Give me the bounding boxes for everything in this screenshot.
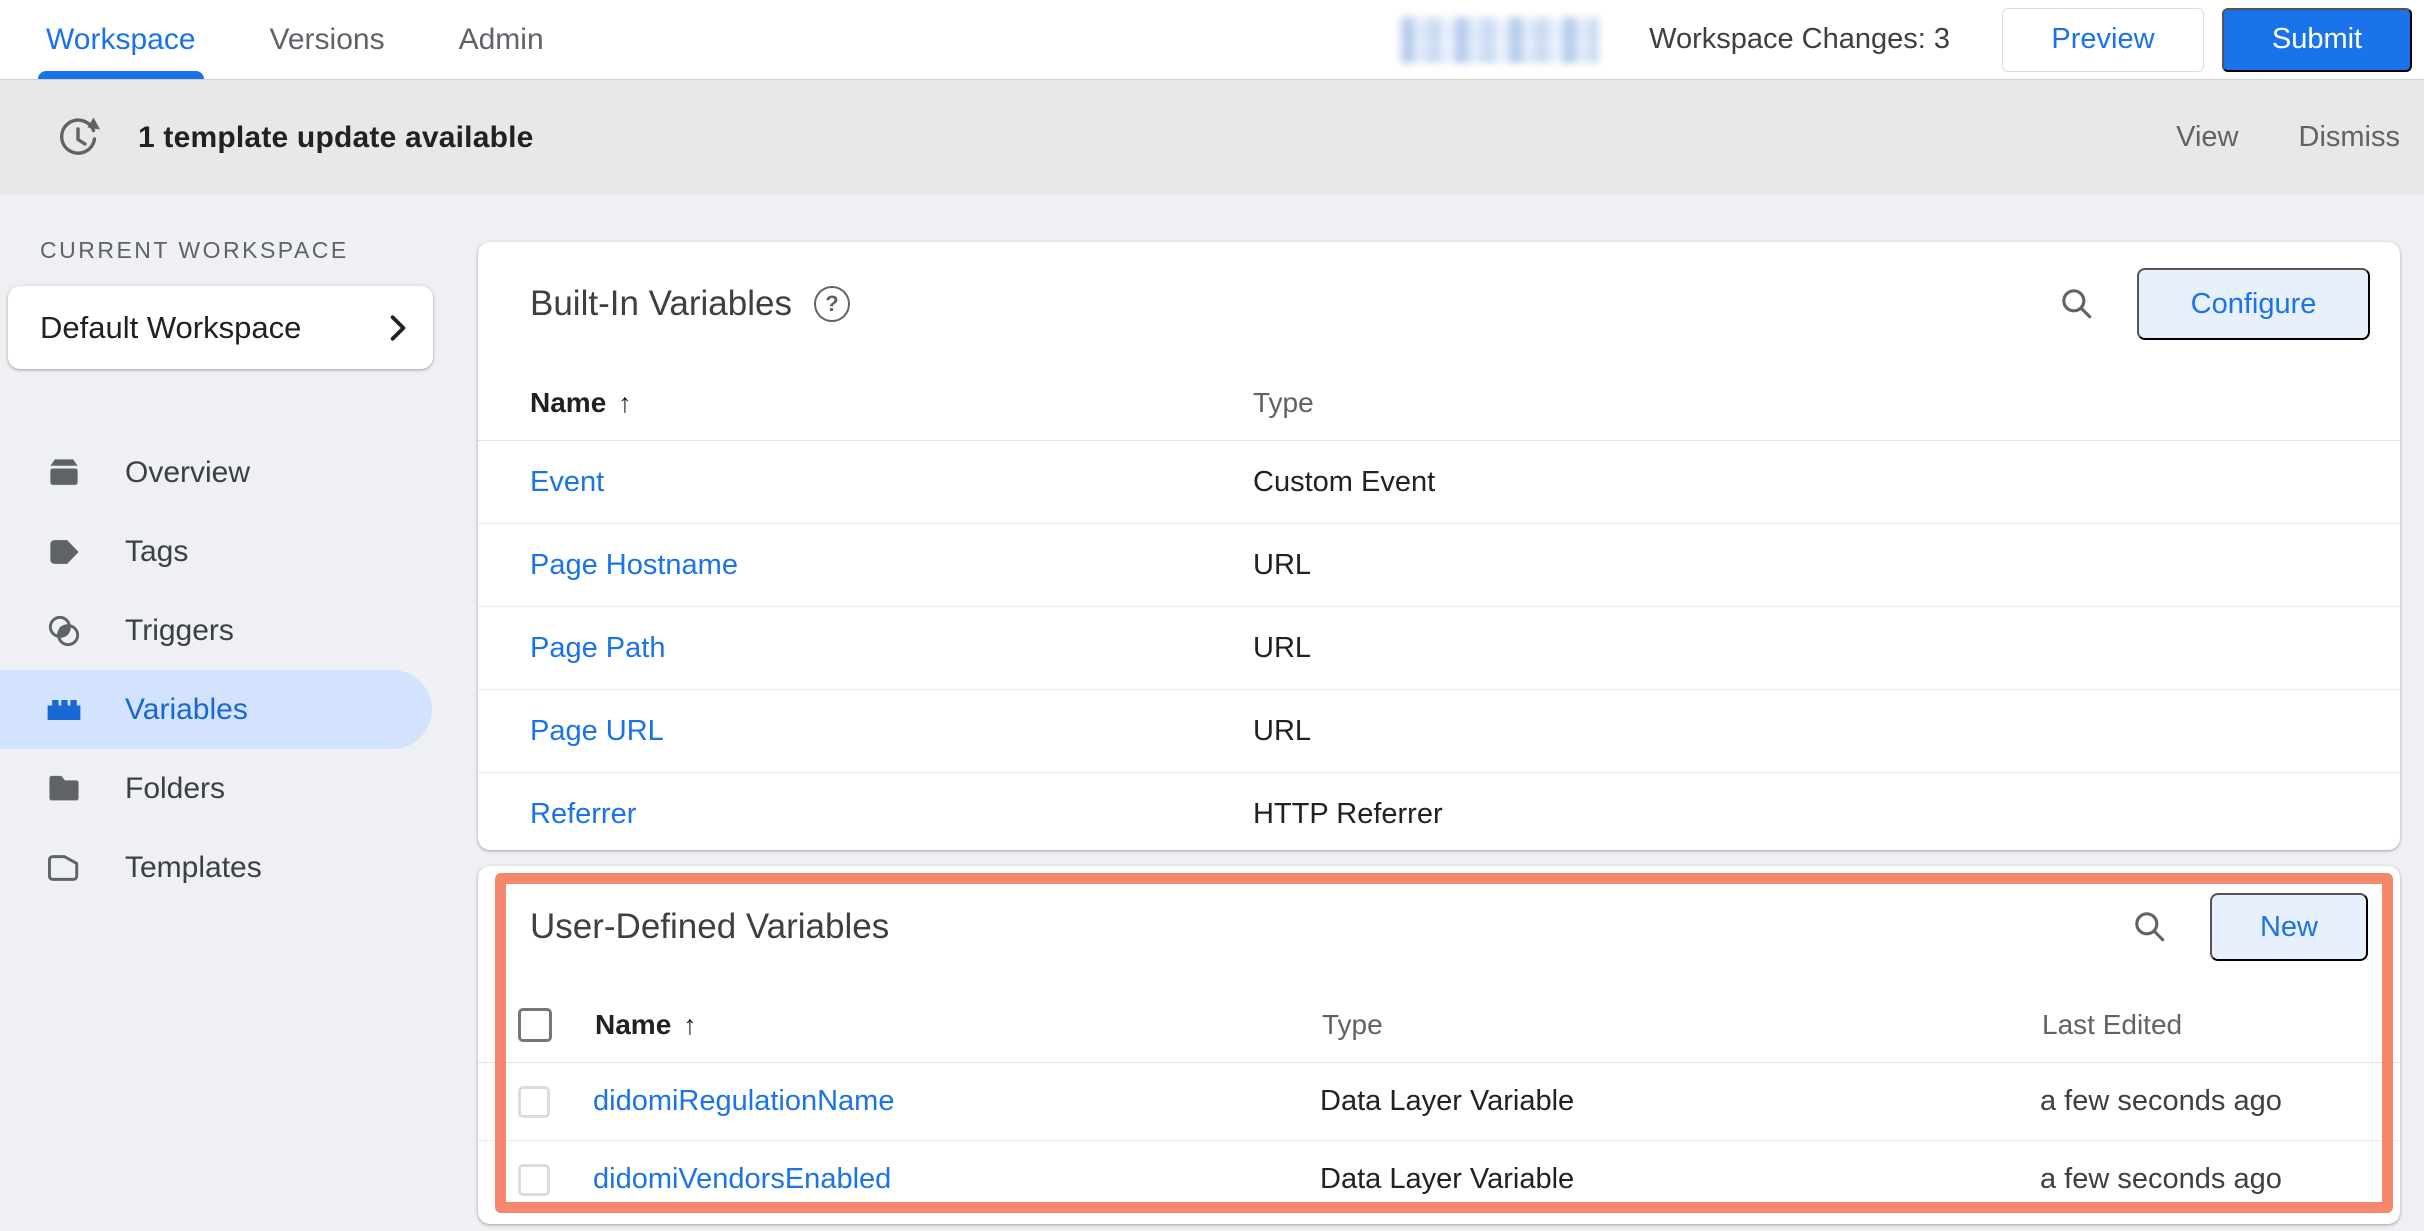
top-nav-actions: Workspace Changes: 3 Preview Submit bbox=[1401, 0, 2412, 79]
variable-last-edited: a few seconds ago bbox=[2040, 1163, 2282, 1195]
sidebar-item-triggers[interactable]: Triggers bbox=[0, 591, 432, 670]
column-header-name[interactable]: Name ↑ bbox=[595, 1009, 1322, 1041]
tag-icon bbox=[42, 532, 86, 572]
sidebar-item-label: Templates bbox=[125, 850, 262, 884]
user-defined-table-header: Name ↑ Type Last Edited bbox=[478, 988, 2400, 1063]
variable-type: Custom Event bbox=[1253, 465, 1436, 498]
help-icon[interactable]: ? bbox=[813, 286, 850, 322]
workspace-selector-name: Default Workspace bbox=[40, 309, 302, 345]
row-checkbox[interactable] bbox=[518, 1163, 550, 1196]
variable-link[interactable]: didomiRegulationName bbox=[593, 1085, 894, 1117]
column-header-name[interactable]: Name ↑ bbox=[530, 387, 1253, 419]
sidebar-item-overview[interactable]: Overview bbox=[0, 433, 432, 512]
table-row[interactable]: Referrer HTTP Referrer bbox=[478, 773, 2400, 855]
current-workspace-label: CURRENT WORKSPACE bbox=[40, 237, 349, 263]
banner-view-button[interactable]: View bbox=[2176, 121, 2238, 154]
submit-button[interactable]: Submit bbox=[2222, 7, 2412, 72]
new-variable-button[interactable]: New bbox=[2210, 893, 2368, 961]
sidebar-item-variables[interactable]: Variables bbox=[0, 670, 432, 749]
variable-link[interactable]: didomiVendorsEnabled bbox=[593, 1163, 891, 1195]
column-header-type: Type bbox=[1322, 1009, 1383, 1040]
configure-button[interactable]: Configure bbox=[2137, 268, 2370, 340]
sidebar-item-label: Tags bbox=[125, 534, 189, 568]
sidebar-nav: Overview Tags Triggers Variables Folders… bbox=[0, 433, 478, 907]
search-icon[interactable] bbox=[2057, 284, 2097, 324]
chevron-right-icon bbox=[389, 314, 407, 342]
built-in-variables-title: Built-In Variables bbox=[530, 284, 792, 323]
select-all-checkbox[interactable] bbox=[518, 1008, 552, 1042]
tab-workspace[interactable]: Workspace bbox=[38, 0, 204, 79]
workspace-selector[interactable]: Default Workspace bbox=[8, 286, 433, 369]
variable-type: URL bbox=[1253, 714, 1312, 747]
sort-ascending-icon: ↑ bbox=[683, 1009, 697, 1040]
folder-icon bbox=[42, 769, 86, 809]
tab-versions[interactable]: Versions bbox=[268, 0, 387, 79]
row-checkbox[interactable] bbox=[518, 1085, 550, 1118]
variable-type: Data Layer Variable bbox=[1320, 1085, 1575, 1117]
overview-icon bbox=[42, 453, 86, 493]
sort-ascending-icon: ↑ bbox=[618, 387, 632, 418]
variable-last-edited: a few seconds ago bbox=[2040, 1085, 2282, 1117]
sidebar-item-label: Triggers bbox=[125, 613, 234, 647]
built-in-variables-card: Built-In Variables ? Configure Name ↑ Ty… bbox=[478, 242, 2400, 850]
user-defined-variables-header: User-Defined Variables New bbox=[478, 866, 2400, 988]
tab-versions-label: Versions bbox=[269, 22, 385, 56]
table-row[interactable]: Event Custom Event bbox=[478, 441, 2400, 524]
template-icon bbox=[42, 848, 86, 888]
sidebar-item-folders[interactable]: Folders bbox=[0, 749, 432, 828]
column-header-last-edited: Last Edited bbox=[2042, 1009, 2183, 1040]
tab-admin-label: Admin bbox=[458, 22, 544, 56]
variable-type: URL bbox=[1253, 631, 1312, 664]
table-row[interactable]: Page Path URL bbox=[478, 607, 2400, 690]
tab-workspace-label: Workspace bbox=[46, 22, 196, 56]
variables-brick-icon bbox=[42, 690, 86, 730]
column-header-type: Type bbox=[1253, 387, 1314, 418]
variable-link[interactable]: Referrer bbox=[530, 798, 636, 830]
table-row[interactable]: didomiRegulationName Data Layer Variable… bbox=[478, 1063, 2400, 1141]
built-in-table-header: Name ↑ Type bbox=[478, 366, 2400, 441]
banner-message: 1 template update available bbox=[138, 120, 534, 154]
table-row[interactable]: Page Hostname URL bbox=[478, 524, 2400, 607]
gtm-workspace-page: Workspace Versions Admin Workspace Chang… bbox=[0, 0, 2424, 1231]
sidebar-item-tags[interactable]: Tags bbox=[0, 512, 432, 591]
variable-type: URL bbox=[1253, 548, 1312, 581]
sidebar: CURRENT WORKSPACE Default Workspace Over… bbox=[0, 195, 478, 1231]
sidebar-item-label: Folders bbox=[125, 771, 226, 805]
user-defined-variables-card: User-Defined Variables New Name ↑ Type L… bbox=[478, 866, 2400, 1224]
triggers-icon bbox=[42, 611, 86, 651]
variable-link[interactable]: Page URL bbox=[530, 715, 664, 747]
preview-button[interactable]: Preview bbox=[2002, 7, 2204, 72]
workspace-changes-count: Workspace Changes: 3 bbox=[1649, 23, 1950, 55]
variable-link[interactable]: Page Hostname bbox=[530, 549, 738, 581]
variable-link[interactable]: Event bbox=[530, 466, 604, 498]
sidebar-item-label: Variables bbox=[125, 692, 248, 726]
main-area: CURRENT WORKSPACE Default Workspace Over… bbox=[0, 195, 2424, 1231]
search-icon[interactable] bbox=[2130, 907, 2170, 947]
variable-type: HTTP Referrer bbox=[1253, 797, 1443, 830]
user-defined-variables-title: User-Defined Variables bbox=[530, 907, 890, 946]
variable-type: Data Layer Variable bbox=[1320, 1163, 1575, 1195]
table-row[interactable]: didomiVendorsEnabled Data Layer Variable… bbox=[478, 1141, 2400, 1218]
top-nav: Workspace Versions Admin Workspace Chang… bbox=[0, 0, 2424, 80]
top-nav-tabs: Workspace Versions Admin bbox=[38, 0, 616, 79]
sidebar-item-label: Overview bbox=[125, 455, 251, 489]
template-update-banner: 1 template update available View Dismiss bbox=[0, 80, 2424, 195]
table-row[interactable]: Page URL URL bbox=[478, 690, 2400, 773]
template-update-icon bbox=[55, 115, 101, 161]
built-in-variables-header: Built-In Variables ? Configure bbox=[478, 242, 2400, 366]
sidebar-item-templates[interactable]: Templates bbox=[0, 828, 432, 907]
banner-actions: View Dismiss bbox=[2176, 121, 2400, 154]
variable-link[interactable]: Page Path bbox=[530, 632, 665, 664]
tab-admin[interactable]: Admin bbox=[457, 0, 546, 79]
banner-dismiss-button[interactable]: Dismiss bbox=[2299, 121, 2401, 154]
redacted-account-id bbox=[1401, 16, 1600, 63]
